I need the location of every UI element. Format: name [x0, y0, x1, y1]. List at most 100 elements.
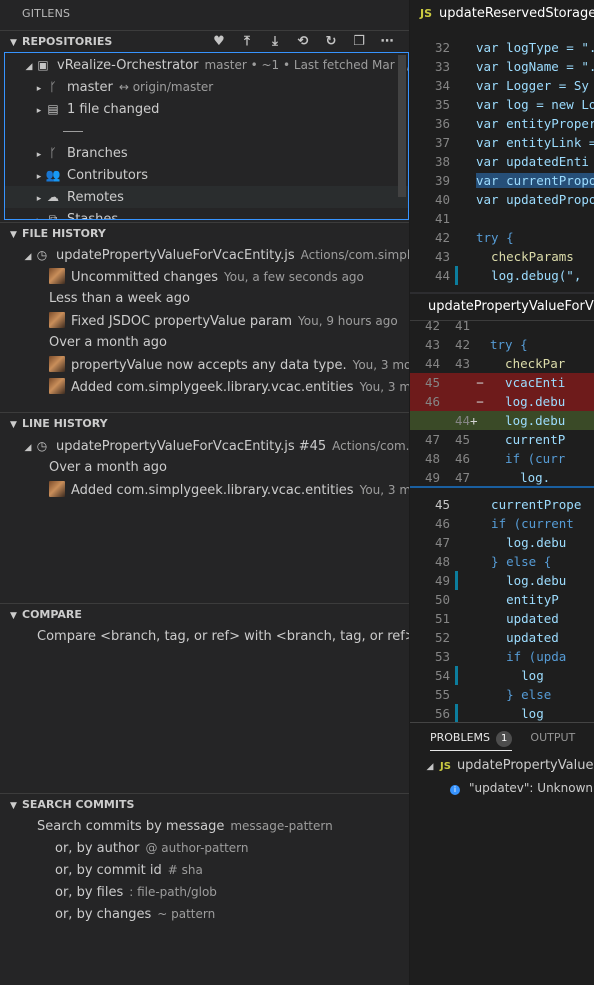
heart-icon[interactable]: ♥ [205, 31, 233, 53]
line-number: 36 [434, 116, 450, 131]
compare-header[interactable]: ▼ COMPARE [0, 603, 409, 626]
commit-row[interactable]: Fixed JSDOC propertyValue param You, 9 ho… [0, 310, 409, 332]
commit-row[interactable]: Added com.simplygeek.library.vcac.entiti… [0, 376, 409, 398]
line-number: 45 [434, 497, 450, 512]
search-label: or, by files [55, 885, 124, 900]
commit-row[interactable]: propertyValue now accepts any data type.… [0, 354, 409, 376]
search-by-author[interactable]: or, by author @ author-pattern [0, 837, 409, 859]
line-number: 42 [434, 230, 450, 245]
date-group-label: Over a month ago [49, 460, 167, 475]
code-line: 35 var log = new Lo [410, 95, 594, 114]
git-change-marker [455, 266, 458, 285]
file-history-header[interactable]: ▼ FILE HISTORY [0, 222, 409, 245]
code-line: 46 if (current [410, 514, 594, 533]
code-line: 44 log.debug(", [410, 266, 594, 285]
search-by-message[interactable]: Search commits by message message-pattern [0, 815, 409, 837]
file-name: updatePropertyValueForVcacEntity.js [56, 248, 295, 263]
avatar [49, 312, 65, 328]
problem-message: "updatev": Unknown w [469, 781, 594, 795]
repositories-header[interactable]: ▼ REPOSITORIES ♥ ⤒ ⤓ ⟲ ↻ ❐ ⋯ [0, 30, 409, 53]
search-hint: # sha [167, 863, 203, 877]
code-line: 40 var updatedPropo [410, 190, 594, 209]
remotes-node[interactable]: ▸ ☁ Remotes [5, 186, 408, 208]
line-number-old: 47 [424, 432, 440, 447]
tab-problems[interactable]: PROBLEMS 1 [430, 726, 513, 751]
commit-desc: You, 3 mont... [359, 380, 409, 394]
compare-action[interactable]: Compare <branch, tag, or ref> with <bran… [0, 626, 409, 648]
code-line: 49 log.debu [410, 571, 594, 590]
line-history-header[interactable]: ▼ LINE HISTORY [0, 412, 409, 435]
line-number: 43 [434, 249, 450, 264]
line-number-old: 44 [424, 356, 440, 371]
code-line: 36 var entityProper [410, 114, 594, 133]
code-line: 50 entityP [410, 590, 594, 609]
code-line: 39 var currentPropo [410, 171, 594, 190]
branches-node[interactable]: ▸ ᚴ Branches [5, 142, 408, 164]
line-history-file[interactable]: ◢ ◷ updatePropertyValueForVcacEntity.js #4… [0, 435, 409, 457]
git-change-marker [455, 704, 458, 723]
branch-name: master [67, 80, 113, 95]
pull-icon[interactable]: ⤓ [261, 31, 289, 53]
fetch-icon[interactable]: ⟲ [289, 31, 317, 53]
repo-node[interactable]: ◢ ▣ vRealize-Orchestrator master • ~1 • Las… [5, 54, 408, 76]
compare-label: Compare <branch, tag, or ref> with <bran… [37, 629, 409, 644]
chevron-down-icon: ◢ [426, 762, 434, 772]
commit-row[interactable]: Added com.simplygeek.library.vcac.entiti… [0, 479, 409, 501]
repo-desc: master • ~1 • Last fetched Mar 8, 20... [204, 58, 408, 72]
scrollbar[interactable] [398, 55, 406, 197]
line-number: 55 [434, 687, 450, 702]
avatar [49, 268, 65, 284]
problem-row[interactable]: i "updatev": Unknown w [410, 777, 594, 799]
avatar [49, 481, 65, 497]
stashes-node[interactable]: ▸⧉ Stashes [5, 208, 408, 219]
code-text: entityP [476, 592, 559, 607]
code-text: checkParams [476, 249, 574, 264]
chevron-down-icon: ▼ [10, 611, 17, 621]
bottom-panel: PROBLEMS1OUTPUTD ◢JSupdatePropertyValueF… [410, 722, 594, 985]
collapse-all-icon[interactable]: ❐ [345, 31, 373, 53]
search-by-files[interactable]: or, by files: file-path/glob [0, 881, 409, 903]
search-commits-header[interactable]: ▼ SEARCH COMMITS [0, 793, 409, 816]
panel-tabs: PROBLEMS1OUTPUTD [410, 723, 594, 753]
file-diff-icon: ▤ [47, 102, 59, 116]
diff-line: 48 46 if (curr [410, 449, 594, 468]
js-file-icon: JS [440, 761, 451, 772]
tab-output[interactable]: OUTPUT [530, 723, 575, 753]
diff-mark: − [476, 394, 484, 409]
code-line: 55 } else [410, 685, 594, 704]
date-group-label: Less than a week ago [49, 291, 190, 306]
problem-count-badge: 1 [496, 731, 513, 747]
diff-line-added: 44+ log.debu [410, 411, 594, 430]
line-number-old: 49 [424, 470, 440, 485]
contributors-label: Contributors [67, 168, 148, 183]
branch-node[interactable]: ▸ ᚴ master ↔ origin/master [5, 76, 408, 98]
changes-label: 1 file changed [67, 102, 160, 117]
diff-line-removed: 46 − log.debu [410, 392, 594, 411]
cloud-icon: ☁ [47, 190, 59, 204]
line-number-old: 43 [424, 337, 440, 352]
tab-bar: JS updateReservedStorageCap [410, 0, 594, 28]
code-text: vcacEnti [490, 375, 566, 390]
file-history-file[interactable]: ◢ ◷ updatePropertyValueForVcacEntity.js Act… [0, 244, 409, 266]
search-by-commit-id[interactable]: or, by commit id # sha [0, 859, 409, 881]
search-by-changes[interactable]: or, by changes ~ pattern [0, 903, 409, 925]
changes-node[interactable]: ▸ ▤ 1 file changed [5, 98, 408, 120]
refresh-icon[interactable]: ↻ [317, 31, 345, 53]
repositories-title: REPOSITORIES [22, 35, 113, 48]
push-icon[interactable]: ⤒ [233, 31, 261, 53]
date-group: Less than a week ago [0, 288, 409, 310]
problem-file-row[interactable]: ◢ JS updatePropertyValueFo [410, 755, 594, 777]
code-text: try { [490, 337, 528, 352]
editor-tab[interactable]: JS updateReservedStorageCap [410, 0, 594, 28]
commit-row[interactable]: Uncommitted changes You, a few seconds ag… [0, 266, 409, 288]
code-text: checkPar [490, 356, 566, 371]
gitlens-sidebar: GITLENS ▼ REPOSITORIES ♥ ⤒ ⤓ ⟲ ↻ ❐ ⋯ ◢ ▣ vRealize… [0, 0, 410, 985]
contributors-node[interactable]: ▸ 👥 Contributors [5, 164, 408, 186]
commit-message: Uncommitted changes [71, 270, 218, 285]
more-actions-icon[interactable]: ⋯ [373, 31, 401, 53]
info-icon: i [450, 785, 460, 795]
file-name: updatePropertyValueForVcacEntity.js #45 [56, 439, 327, 454]
line-number: 49 [434, 573, 450, 588]
repo-icon: ▣ [37, 58, 49, 72]
branch-icon: ᚴ [49, 80, 57, 94]
